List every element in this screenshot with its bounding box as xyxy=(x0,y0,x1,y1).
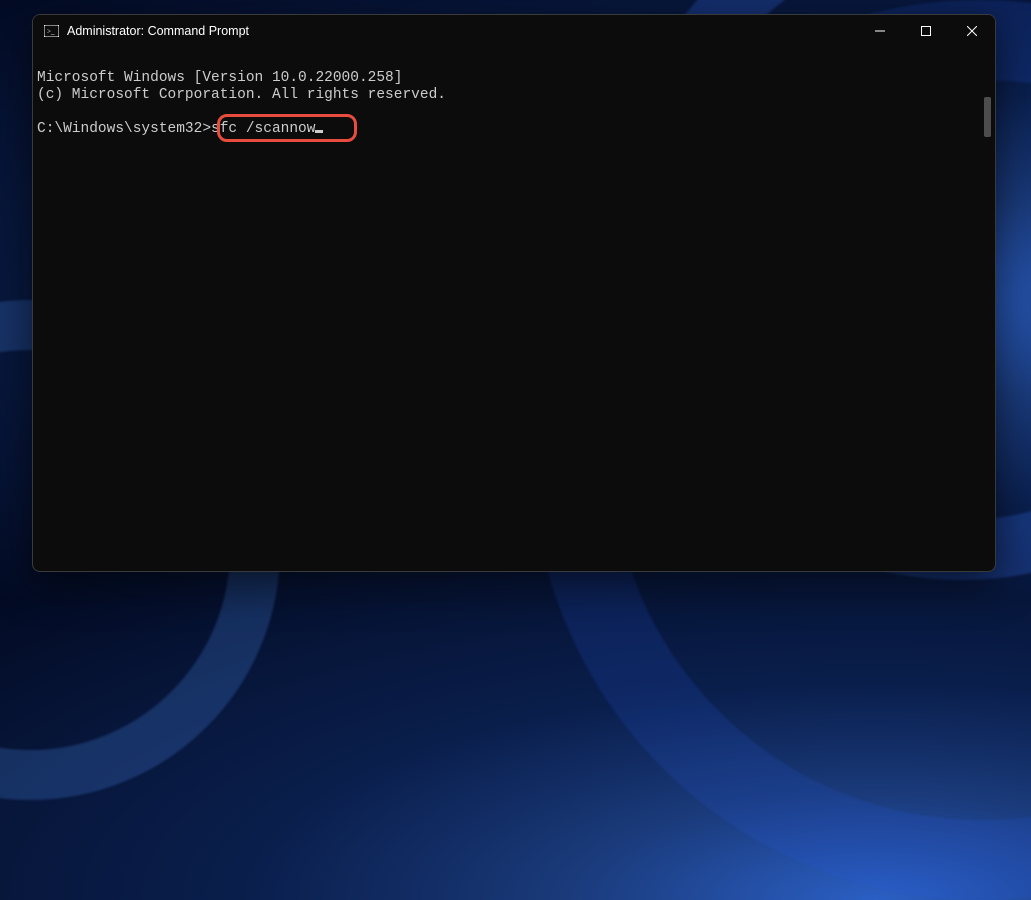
titlebar[interactable]: >_ Administrator: Command Prompt xyxy=(33,15,995,47)
window-title: Administrator: Command Prompt xyxy=(67,24,857,38)
cursor xyxy=(315,130,323,133)
maximize-button[interactable] xyxy=(903,15,949,47)
close-button[interactable] xyxy=(949,15,995,47)
typed-command: sfc /scannow xyxy=(211,121,315,137)
cmd-icon: >_ xyxy=(43,23,59,39)
minimize-button[interactable] xyxy=(857,15,903,47)
scrollbar-thumb[interactable] xyxy=(984,97,991,137)
prompt-path: C:\Windows\system32> xyxy=(37,121,211,137)
window-controls xyxy=(857,15,995,47)
svg-text:>_: >_ xyxy=(47,28,55,36)
copyright-line: (c) Microsoft Corporation. All rights re… xyxy=(37,87,446,103)
command-prompt-window: >_ Administrator: Command Prompt Microso… xyxy=(32,14,996,572)
version-line: Microsoft Windows [Version 10.0.22000.25… xyxy=(37,70,402,86)
terminal-area[interactable]: Microsoft Windows [Version 10.0.22000.25… xyxy=(33,47,995,571)
